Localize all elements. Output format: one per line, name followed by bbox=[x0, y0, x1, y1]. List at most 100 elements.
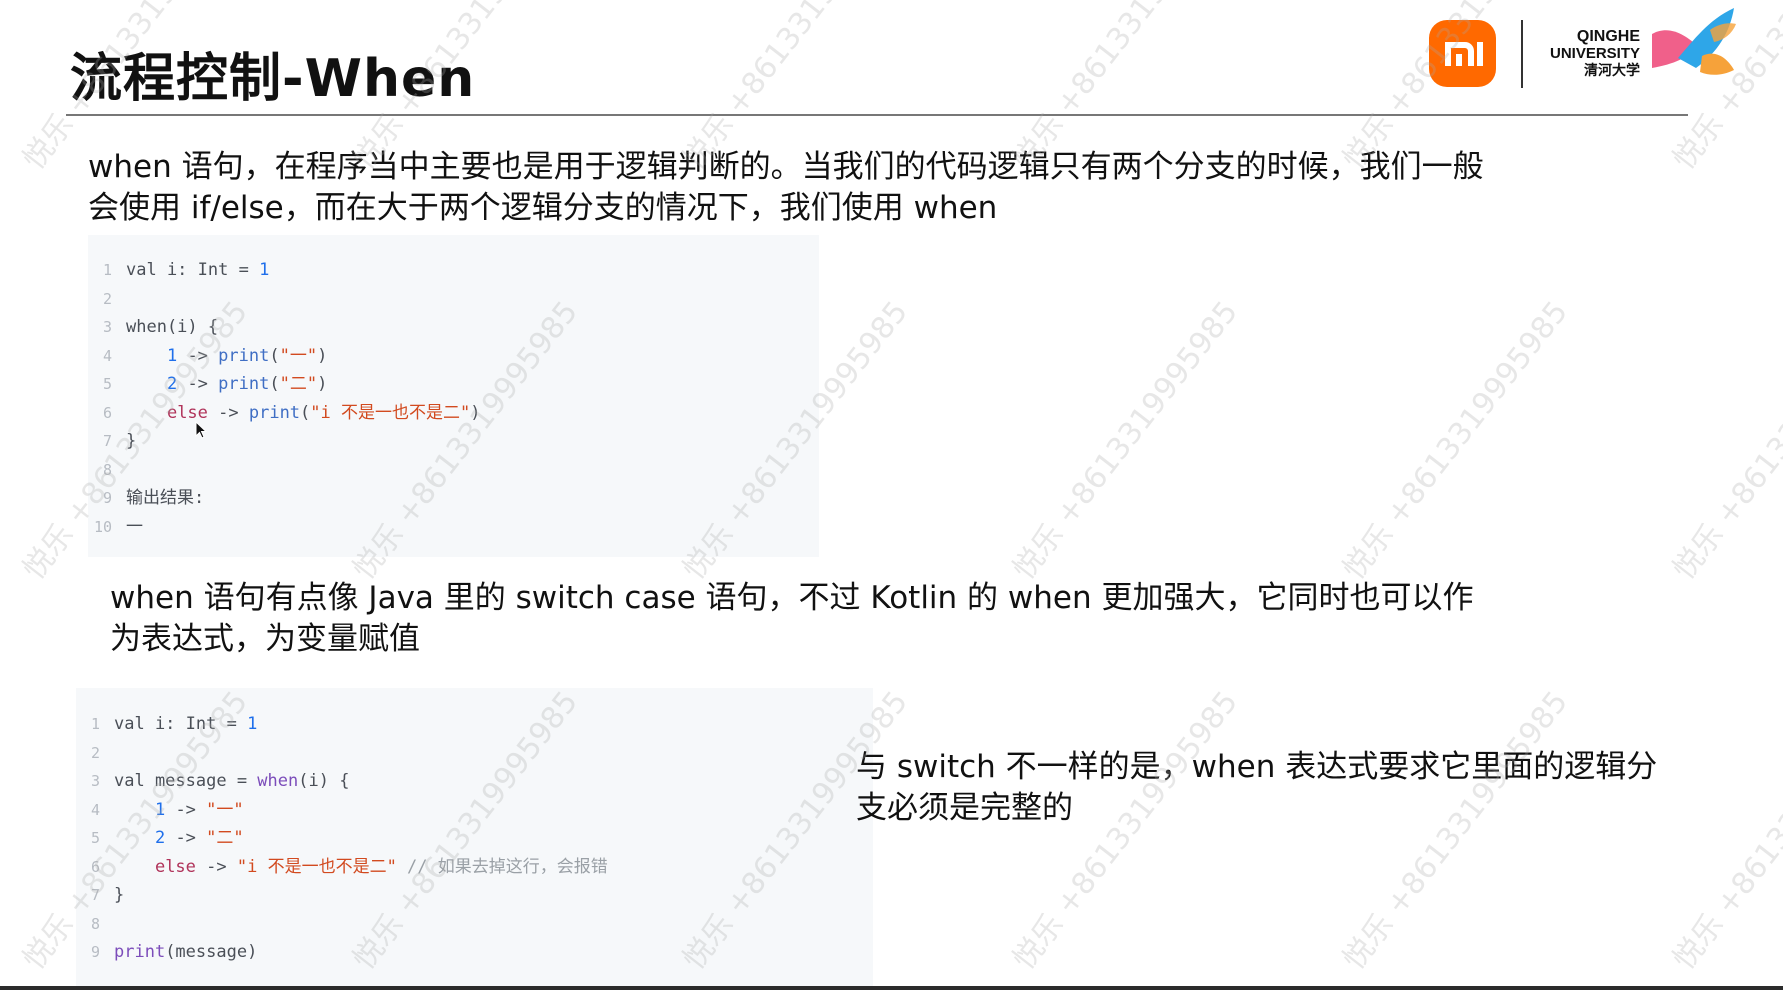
code-token: 1 bbox=[259, 260, 270, 280]
mid-paragraph: when 语句有点像 Java 里的 switch case 语句，不过 Kot… bbox=[110, 578, 1473, 660]
line-number: 9 bbox=[102, 489, 112, 507]
code-token: 2 bbox=[166, 374, 178, 394]
intro-line-2: 会使用 if/else，而在大于两个逻辑分支的情况下，我们使用 when bbox=[88, 190, 998, 226]
line-number: 2 bbox=[90, 743, 100, 762]
side-note-line-2: 支必须是完整的 bbox=[856, 790, 1073, 826]
code-line: 2 bbox=[88, 285, 126, 313]
watermark-text: 悦乐 +8613319995985 bbox=[1666, 684, 1783, 977]
code-token: -> bbox=[207, 402, 249, 423]
code-line: 4 1 -> print("一") bbox=[88, 342, 327, 370]
code-token: (message) bbox=[165, 942, 258, 962]
code-line: 1 val i: Int = 1 bbox=[76, 710, 257, 738]
university-line-1: QINGHE bbox=[1576, 28, 1640, 45]
code-line: 3 when(i) { bbox=[88, 313, 218, 341]
code-token: 1 bbox=[166, 345, 178, 366]
mid-line-1: when 语句有点像 Java 里的 switch case 语句，不过 Kot… bbox=[110, 580, 1474, 616]
code-token: "一" bbox=[279, 345, 318, 366]
line-number: 6 bbox=[102, 403, 112, 422]
intro-line-1: when 语句，在程序当中主要也是用于逻辑判断的。当我们的代码逻辑只有两个分支的… bbox=[88, 149, 1484, 185]
code-line: 6 else -> print("i 不是一也不是二") bbox=[88, 399, 481, 427]
side-note: 与 switch 不一样的是，when 表达式要求它里面的逻辑分 支必须是完整的 bbox=[856, 747, 1657, 829]
code-line: 8 bbox=[76, 910, 114, 938]
code-line: 1 val i: Int = 1 bbox=[88, 256, 269, 284]
code-line: 10 一 bbox=[88, 513, 143, 541]
code-token: ) bbox=[317, 345, 328, 366]
code-line: 2 bbox=[76, 739, 114, 767]
code-token: print bbox=[114, 942, 166, 962]
code-token: when bbox=[257, 771, 299, 791]
line-number: 5 bbox=[102, 375, 112, 393]
code-line: 9 print(message) bbox=[76, 938, 257, 966]
code-token: -> bbox=[165, 828, 207, 848]
university-name: QINGHE UNIVERSITY 清河大学 bbox=[1540, 28, 1640, 79]
watermark-text: 悦乐 +8613319995985 bbox=[1666, 294, 1783, 587]
title-divider bbox=[66, 114, 1688, 116]
mi-logo-icon bbox=[1429, 20, 1496, 87]
code-block-1: 1 val i: Int = 1 2 3 when(i) {4 1 -> print("… bbox=[88, 235, 819, 557]
code-block-2: 1 val i: Int = 1 2 3 val message = when(i) {… bbox=[76, 688, 873, 986]
line-number: 4 bbox=[90, 800, 100, 819]
code-line: 3 val message = when(i) { bbox=[76, 767, 349, 795]
code-token: "i 不是一也不是二" bbox=[310, 402, 471, 423]
code-line: 9 输出结果: bbox=[88, 484, 204, 512]
line-number: 8 bbox=[102, 460, 112, 479]
code-token: val i: Int = bbox=[126, 260, 260, 280]
code-line: 8 bbox=[88, 456, 126, 484]
code-token: -> bbox=[195, 856, 237, 877]
code-token: print bbox=[248, 402, 301, 423]
line-number: 9 bbox=[90, 943, 100, 961]
code-token: "二" bbox=[279, 374, 318, 394]
slide-title: 流程控制-When bbox=[70, 49, 476, 109]
line-number: 1 bbox=[102, 261, 112, 279]
line-number: 2 bbox=[102, 289, 112, 308]
code-token: when(i) { bbox=[126, 317, 219, 337]
code-token: val message = bbox=[114, 771, 258, 791]
code-token: } bbox=[126, 431, 137, 451]
code-token: ( bbox=[300, 402, 311, 423]
logo-divider bbox=[1521, 20, 1523, 88]
university-line-2: UNIVERSITY bbox=[1549, 45, 1640, 62]
mouse-cursor-icon bbox=[195, 420, 209, 445]
code-token: "一" bbox=[206, 799, 244, 820]
code-line: 4 1 -> "一" bbox=[76, 796, 244, 824]
line-number: 8 bbox=[90, 914, 100, 933]
code-line: 7} bbox=[88, 427, 136, 455]
code-token: -> bbox=[177, 345, 219, 366]
code-token: else bbox=[166, 402, 208, 423]
code-token: "二" bbox=[206, 828, 244, 848]
code-token: -> bbox=[177, 374, 219, 394]
code-line: 7} bbox=[76, 881, 124, 909]
code-token: 1 bbox=[154, 799, 166, 820]
code-token: 1 bbox=[247, 714, 258, 734]
code-token: "i 不是一也不是二" bbox=[236, 856, 397, 877]
line-number: 4 bbox=[102, 346, 112, 365]
line-number: 7 bbox=[102, 432, 112, 450]
line-number: 6 bbox=[90, 857, 100, 876]
code-token: ( bbox=[269, 345, 280, 366]
code-line: 5 2 -> print("二") bbox=[88, 370, 327, 398]
code-token: print bbox=[218, 345, 270, 366]
watermark-text: 悦乐 +8613319995985 bbox=[1006, 294, 1245, 587]
line-number: 3 bbox=[102, 318, 112, 336]
code-token: // 如果去掉这行，会报错 bbox=[396, 856, 608, 877]
code-token: val i: Int = bbox=[114, 714, 248, 734]
code-token: else bbox=[154, 856, 196, 877]
code-token: 输出结果: bbox=[126, 488, 205, 508]
code-line: 6 else -> "i 不是一也不是二" // 如果去掉这行，会报错 bbox=[76, 853, 608, 881]
mid-line-2: 为表达式，为变量赋值 bbox=[110, 621, 420, 657]
slide: 流程控制-When QINGHE UNIVERSITY 清河大学 when 语句… bbox=[0, 0, 1783, 990]
university-ribbon-icon bbox=[1648, 6, 1738, 90]
code-token: -> bbox=[165, 799, 207, 820]
line-number: 10 bbox=[93, 517, 112, 536]
code-token: ) bbox=[317, 374, 328, 394]
code-token: ( bbox=[269, 374, 280, 394]
code-token: ) bbox=[470, 402, 481, 423]
line-number: 5 bbox=[90, 829, 100, 847]
intro-paragraph: when 语句，在程序当中主要也是用于逻辑判断的。当我们的代码逻辑只有两个分支的… bbox=[88, 147, 1484, 229]
side-note-line-1: 与 switch 不一样的是，when 表达式要求它里面的逻辑分 bbox=[856, 749, 1658, 785]
